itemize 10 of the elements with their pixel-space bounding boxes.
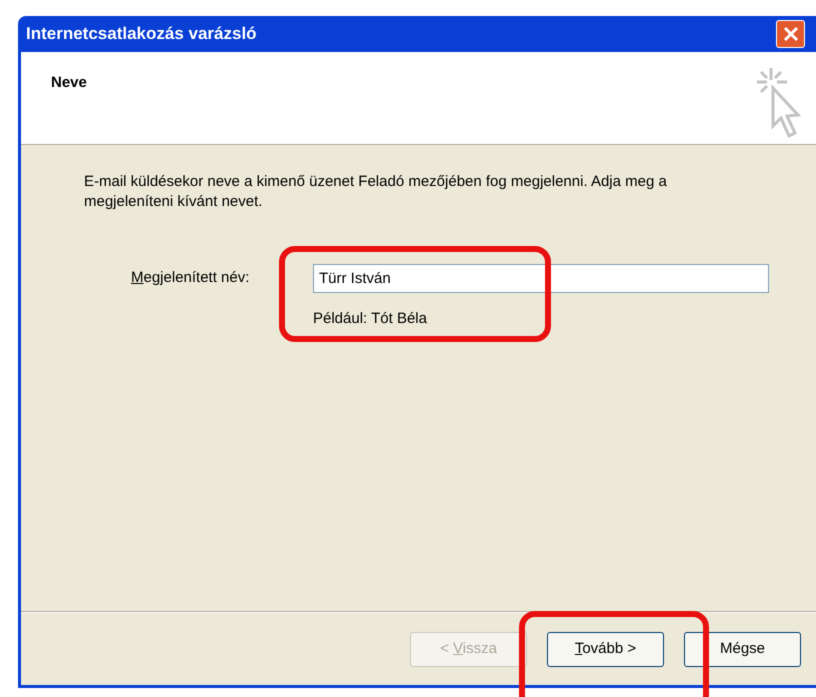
wizard-button[interactable]: Tovább >	[547, 632, 664, 667]
close-button[interactable]	[776, 20, 805, 48]
close-icon	[782, 26, 798, 42]
wizard-button[interactable]: Mégse	[684, 632, 801, 667]
field-label: Megjelenített név:	[131, 268, 250, 288]
name-input[interactable]: Türr István	[313, 264, 769, 293]
page-title: Neve	[51, 73, 87, 93]
window-title: Internetcsatlakozás varázsló	[26, 23, 257, 46]
description-text: E-mail küldésekor neve a kimenő üzenet Feladó mezőjében fog megjelenni. Adja meg a megjeleníteni kívánt nevet.	[84, 172, 668, 212]
example-text: Például: Tót Béla	[313, 310, 427, 327]
